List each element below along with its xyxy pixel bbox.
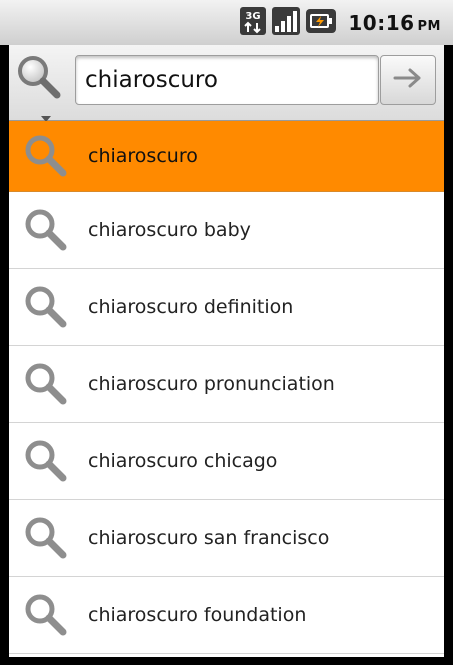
search-source-selector[interactable] (15, 53, 65, 122)
suggestion-label: chiaroscuro baby (88, 219, 251, 241)
status-icons: 3G 10:16 PM (240, 7, 441, 39)
suggestion-item[interactable]: chiaroscuro baby (9, 192, 444, 269)
arrow-right-icon (393, 67, 423, 93)
search-input[interactable] (75, 55, 379, 105)
search-icon (15, 56, 63, 105)
suggestion-label: chiaroscuro (88, 145, 198, 167)
suggestion-item[interactable]: chiaroscuro pronunciation (9, 346, 444, 423)
clock-ampm: PM (417, 19, 441, 34)
search-icon (22, 591, 70, 639)
suggestion-item[interactable]: chiaroscuro chicago (9, 423, 444, 500)
search-icon (22, 437, 70, 485)
suggestion-item[interactable]: chiaroscuro san francisco (9, 500, 444, 577)
suggestion-item[interactable]: chiaroscuro (9, 121, 444, 192)
search-icon (22, 283, 70, 331)
search-bar (9, 45, 444, 122)
suggestion-list: chiaroscuro chiaroscuro baby chiaroscuro d… (9, 121, 444, 657)
search-icon (22, 206, 70, 254)
battery-charging-icon (306, 9, 337, 37)
search-icon (22, 514, 70, 562)
search-icon (22, 132, 70, 180)
suggestion-label: chiaroscuro pronunciation (88, 373, 335, 395)
suggestion-label: chiaroscuro san francisco (88, 527, 330, 549)
phone-screen: 3G 10:16 PM chiaroscuro chiaroscuro chia… (0, 0, 453, 665)
suggestion-label: chiaroscuro chicago (88, 450, 278, 472)
go-button[interactable] (380, 55, 436, 105)
clock-time: 10:16 (348, 11, 415, 35)
suggestion-label: chiaroscuro foundation (88, 604, 307, 626)
suggestion-item[interactable]: chiaroscuro foundation (9, 577, 444, 654)
suggestion-item[interactable]: chiaroscuro definition (9, 269, 444, 346)
suggestion-label: chiaroscuro definition (88, 296, 294, 318)
network-3g-icon: 3G (240, 7, 267, 39)
clock: 10:16 PM (348, 11, 441, 35)
search-icon (22, 360, 70, 408)
status-bar: 3G 10:16 PM (0, 0, 453, 45)
signal-strength-icon (272, 7, 301, 39)
network-badge-text: 3G (246, 11, 261, 22)
